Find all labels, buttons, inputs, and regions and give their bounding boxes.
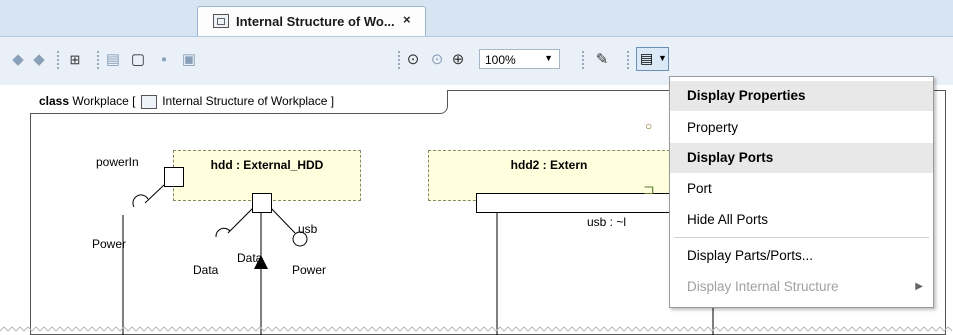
label-usb: usb — [298, 222, 318, 236]
back-arrow-icon[interactable]: ◆ — [9, 51, 27, 69]
menu-item-property[interactable]: Property — [670, 113, 933, 143]
toolbar-grip — [398, 51, 403, 69]
menu-item-label: Property — [687, 120, 739, 135]
chevron-down-icon: ▼ — [658, 53, 667, 63]
port-hdd2[interactable] — [476, 193, 670, 213]
toolbar-grip — [582, 51, 587, 69]
toolbar-grip — [57, 51, 62, 69]
forward-arrow-icon[interactable]: ◆ — [30, 51, 48, 69]
menu-item-port[interactable]: Port — [670, 174, 933, 204]
tab-internal-structure[interactable]: Internal Structure of Wo... × — [197, 6, 426, 36]
menu-header-display-ports: Display Ports — [670, 143, 933, 173]
label-data: Data — [237, 251, 263, 265]
zoom-selection-icon[interactable]: ⊙ — [428, 51, 446, 69]
label-powerin: powerIn — [96, 155, 139, 169]
close-icon[interactable]: × — [403, 12, 411, 27]
menu-item-label: Display Parts/Ports... — [687, 248, 814, 263]
label-power: Power — [292, 263, 327, 277]
label-usb-type: usb : ~l — [587, 215, 627, 229]
tab-title: Internal Structure of Wo... — [236, 14, 395, 29]
part-title: hdd : External_HDD — [210, 158, 324, 172]
menu-item-display-internal-structure: Display Internal Structure ▶ — [670, 272, 933, 302]
menu-item-label: Hide All Ports — [687, 212, 769, 227]
diagram-icon — [213, 14, 229, 28]
pen-icon[interactable]: ✎ — [593, 51, 611, 69]
menu-item-label: Display Ports — [687, 150, 774, 165]
port-icon: ⊐ — [643, 181, 655, 197]
toolbar-grip — [627, 51, 632, 69]
chevron-down-icon: ▼ — [544, 53, 553, 63]
delete-icon[interactable]: ▪ — [155, 51, 173, 69]
torn-edge — [0, 326, 953, 332]
menu-separator — [674, 237, 929, 238]
zoom-select[interactable]: 100% ▼ — [479, 49, 560, 69]
menu-item-label: Port — [687, 181, 712, 196]
tree-icon[interactable]: ⊞ — [66, 51, 84, 69]
label-data: Data — [193, 263, 219, 277]
label-power: Power — [92, 237, 127, 251]
display-icon: ▤ — [640, 50, 654, 66]
menu-item-label: Display Internal Structure — [687, 279, 839, 294]
display-button[interactable]: ▤ ▼ — [636, 47, 669, 71]
menu-header-display-properties: Display Properties — [670, 81, 933, 111]
display-menu: Display Properties Property Display Port… — [669, 76, 934, 308]
menu-item-label: Display Properties — [687, 88, 806, 103]
menu-item-hide-all-ports[interactable]: Hide All Ports — [670, 205, 933, 235]
delete-model-icon[interactable]: ▣ — [180, 51, 198, 69]
port-usb[interactable] — [252, 193, 272, 213]
copy-icon[interactable]: ▤ — [104, 51, 122, 69]
property-icon: ○ — [645, 119, 653, 133]
zoom-in-icon[interactable]: ⊕ — [449, 51, 467, 69]
toolbar-grip — [97, 51, 102, 69]
port-powerin[interactable] — [164, 167, 184, 187]
paste-icon[interactable]: ▢ — [129, 51, 147, 69]
menu-item-display-parts-ports[interactable]: Display Parts/Ports... — [670, 241, 933, 271]
zoom-value: 100% — [485, 53, 516, 67]
part-title: hdd2 : Extern — [510, 158, 588, 172]
chevron-right-icon: ▶ — [915, 281, 923, 292]
zoom-fit-icon[interactable]: ⊙ — [404, 51, 422, 69]
tab-bar: Internal Structure of Wo... × — [0, 0, 953, 37]
